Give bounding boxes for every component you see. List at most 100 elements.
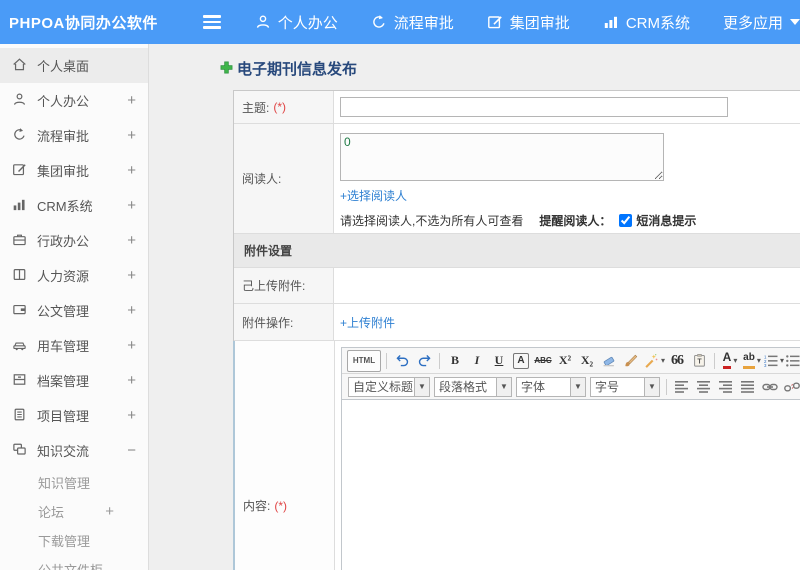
remove-link-icon[interactable]	[782, 377, 800, 397]
sidebar-item-human-resources[interactable]: 人力资源 +	[0, 258, 148, 293]
subscript-button[interactable]: X₂	[577, 351, 597, 371]
format-painter-icon[interactable]	[621, 351, 641, 371]
align-right-icon[interactable]	[716, 377, 736, 397]
subject-input[interactable]	[340, 97, 728, 117]
blockquote-button[interactable]: 66	[667, 351, 687, 371]
redo-icon[interactable]	[414, 351, 434, 371]
sidebar-item-personal-desktop[interactable]: 个人桌面	[0, 48, 148, 83]
menu-crm-system[interactable]: CRM系统	[603, 12, 690, 33]
html-source-button[interactable]: HTML	[347, 349, 381, 372]
sidebar-item-document-management[interactable]: 公文管理 +	[0, 293, 148, 328]
collapse-toggle[interactable]: −	[127, 442, 136, 459]
subject-row: 主题: (*)	[234, 91, 800, 124]
sms-remind-label: 短消息提示	[636, 214, 697, 228]
readers-row: 阅读人: 0 +选择阅读人 请选择阅读人,不选为所有人可查看 提醒阅读人： 短消…	[234, 124, 800, 234]
paragraph-format-select[interactable]: 段落格式 ▼	[434, 376, 512, 397]
sidebar-item-process-approval[interactable]: 流程审批 +	[0, 118, 148, 153]
expand-toggle[interactable]: +	[127, 372, 136, 389]
font-style-box-button[interactable]: A	[513, 352, 529, 369]
cycle-icon	[12, 127, 37, 145]
sidebar-item-archive-management[interactable]: 档案管理 +	[0, 363, 148, 398]
expand-toggle[interactable]: +	[105, 503, 136, 520]
subject-label-cell: 主题: (*)	[234, 91, 334, 123]
editor-content-area[interactable]	[342, 400, 800, 570]
expand-toggle[interactable]: +	[127, 407, 136, 424]
editor-toolbar-row1: HTML B I U A ABC X² X₂ ▾ 66 T A ▾ ab ▾ 1…	[342, 348, 800, 374]
sidebar-subitem-knowledge-management[interactable]: 知识管理	[0, 468, 148, 497]
edit-icon	[487, 14, 503, 30]
expand-toggle[interactable]: +	[127, 92, 136, 109]
sidebar-item-label: 用车管理	[37, 339, 90, 354]
sidebar-subitem-label: 知识管理	[38, 476, 91, 491]
eraser-icon[interactable]	[599, 351, 619, 371]
expand-toggle[interactable]: +	[127, 337, 136, 354]
menu-personal-office[interactable]: 个人办公	[255, 12, 338, 33]
italic-button[interactable]: I	[467, 351, 487, 371]
sidebar-item-label: 项目管理	[37, 409, 90, 424]
car-icon	[12, 337, 37, 355]
briefcase-icon	[12, 232, 37, 250]
sidebar-item-administration[interactable]: 行政办公 +	[0, 223, 148, 258]
cycle-icon	[371, 14, 387, 30]
bullet-list-button[interactable]: ▾	[786, 351, 800, 371]
select-readers-link[interactable]: +选择阅读人	[340, 187, 800, 204]
sidebar-item-knowledge-exchange[interactable]: 知识交流 −	[0, 433, 148, 468]
sidebar-item-label: 档案管理	[37, 374, 90, 389]
sidebar-item-crm-system[interactable]: CRM系统 +	[0, 188, 148, 223]
undo-icon[interactable]	[392, 351, 412, 371]
operations-label-cell: 附件操作:	[234, 304, 334, 340]
expand-toggle[interactable]: +	[127, 162, 136, 179]
menu-label: 流程审批	[393, 14, 454, 32]
chat-icon	[12, 442, 37, 460]
content-label: 内容:	[243, 499, 271, 513]
sidebar-subitem-forum[interactable]: 论坛 +	[0, 497, 148, 526]
expand-toggle[interactable]: +	[127, 302, 136, 319]
select-arrow-icon: ▼	[496, 377, 511, 396]
hamburger-menu-icon[interactable]	[199, 8, 225, 36]
upload-attachment-link[interactable]: +上传附件	[340, 314, 395, 331]
notebook-icon	[12, 407, 37, 425]
font-color-button[interactable]: A ▾	[720, 351, 740, 371]
sidebar-item-label: 个人桌面	[37, 59, 90, 74]
ordered-list-button[interactable]: 1 2 3 ▾	[764, 351, 784, 371]
menu-more-apps[interactable]: 更多应用	[723, 12, 800, 33]
align-justify-icon[interactable]	[738, 377, 758, 397]
sidebar-item-personal-office[interactable]: 个人办公 +	[0, 83, 148, 118]
menu-label: 集团审批	[509, 14, 570, 32]
insert-link-icon[interactable]	[760, 377, 780, 397]
sidebar-item-group-approval[interactable]: 集团审批 +	[0, 153, 148, 188]
sidebar-subitem-public-file-cabinet[interactable]: 公共文件柜	[0, 555, 148, 570]
strikethrough-button[interactable]: ABC	[533, 351, 553, 371]
editor-toolbar-row2: 自定义标题 ▼ 段落格式 ▼ 字体 ▼ 字号 ▼	[342, 374, 800, 400]
expand-toggle[interactable]: +	[127, 267, 136, 284]
person-icon	[255, 14, 271, 30]
expand-toggle[interactable]: +	[127, 232, 136, 249]
expand-toggle[interactable]: +	[127, 127, 136, 144]
custom-heading-select[interactable]: 自定义标题 ▼	[348, 376, 430, 397]
bold-button[interactable]: B	[445, 351, 465, 371]
required-mark: (*)	[274, 498, 288, 513]
align-left-icon[interactable]	[672, 377, 692, 397]
expand-toggle[interactable]: +	[127, 197, 136, 214]
font-size-select[interactable]: 字号 ▼	[590, 376, 660, 397]
sms-remind-checkbox[interactable]	[619, 214, 633, 227]
readers-textarea[interactable]: 0	[340, 133, 664, 181]
sidebar-item-vehicle-management[interactable]: 用车管理 +	[0, 328, 148, 363]
auto-format-icon[interactable]: ▾	[643, 351, 665, 371]
underline-button[interactable]: U	[489, 351, 509, 371]
remind-readers-label: 提醒阅读人：	[539, 214, 612, 228]
sidebar-item-label: 知识交流	[37, 444, 90, 459]
page-title: 电子期刊信息发布	[237, 61, 358, 78]
align-center-icon[interactable]	[694, 377, 714, 397]
menu-group-approval[interactable]: 集团审批	[487, 12, 570, 33]
highlight-color-button[interactable]: ab ▾	[742, 351, 762, 371]
paste-icon[interactable]: T	[689, 351, 709, 371]
sidebar-item-project-management[interactable]: 项目管理 +	[0, 398, 148, 433]
superscript-button[interactable]: X²	[555, 351, 575, 371]
content-row: 内容: (*) HTML B I U A ABC X² X₂ ▾ 66 T A …	[233, 341, 800, 570]
sidebar-subitem-label: 下载管理	[38, 534, 91, 549]
sidebar-subitem-download-management[interactable]: 下载管理	[0, 526, 148, 555]
menu-process-approval[interactable]: 流程审批	[371, 12, 454, 33]
font-family-select[interactable]: 字体 ▼	[516, 376, 586, 397]
top-menu: 个人办公 流程审批 集团审批 CRM系统 更多应用	[255, 12, 800, 33]
